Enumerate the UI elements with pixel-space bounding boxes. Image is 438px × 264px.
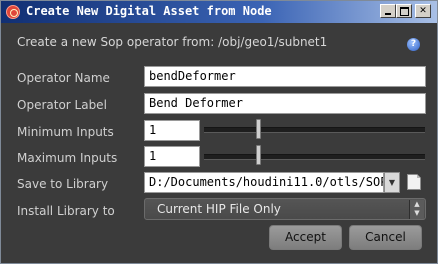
help-icon[interactable]: ? <box>407 38 420 51</box>
save-to-library-label: Save to Library <box>17 177 109 191</box>
updown-arrows-icon: ▲ ▼ <box>409 200 424 219</box>
save-to-library-input[interactable]: D:/Documents/houdini11.0/otls/SOP <box>144 172 384 193</box>
minimize-icon <box>385 13 391 15</box>
dialog-content: Create a new Sop operator from: /obj/geo… <box>1 23 437 263</box>
install-library-select[interactable]: Current HIP File Only ▲ ▼ <box>144 198 426 220</box>
operator-label-input[interactable]: Bend Deformer <box>144 93 426 114</box>
maximum-inputs-slider-handle[interactable] <box>256 145 261 165</box>
maximum-inputs-slider-track[interactable] <box>204 154 425 160</box>
close-icon: ✕ <box>419 6 427 16</box>
minimum-inputs-label: Minimum Inputs <box>17 125 114 139</box>
minimum-inputs-slider-handle[interactable] <box>256 119 261 139</box>
library-dropdown-button[interactable]: ▼ <box>384 172 400 193</box>
install-library-value: Current HIP File Only <box>157 202 281 216</box>
maximize-icon <box>400 7 409 16</box>
operator-name-label: Operator Name <box>17 71 110 85</box>
accept-button[interactable]: Accept <box>269 225 342 250</box>
file-browse-icon[interactable] <box>407 174 421 190</box>
minimum-inputs-field[interactable]: 1 <box>144 120 200 141</box>
install-library-label: Install Library to <box>17 204 115 218</box>
description-text: Create a new Sop operator from: /obj/geo… <box>17 35 328 49</box>
maximum-inputs-label: Maximum Inputs <box>17 151 118 165</box>
operator-name-input[interactable]: bendDeformer <box>144 66 426 87</box>
minimize-button[interactable] <box>380 4 396 18</box>
cancel-button[interactable]: Cancel <box>349 225 422 250</box>
title-bar[interactable]: Create New Digital Asset from Node ✕ <box>1 1 437 23</box>
window-title: Create New Digital Asset from Node <box>26 4 272 18</box>
dialog-window: Create New Digital Asset from Node ✕ Cre… <box>0 0 438 264</box>
chevron-down-icon: ▼ <box>388 178 396 187</box>
houdini-app-icon <box>6 5 20 19</box>
maximize-button[interactable] <box>396 4 412 18</box>
operator-label-label: Operator Label <box>17 98 107 112</box>
maximum-inputs-field[interactable]: 1 <box>144 146 200 167</box>
minimum-inputs-slider-track[interactable] <box>204 127 425 133</box>
close-button[interactable]: ✕ <box>415 4 431 18</box>
